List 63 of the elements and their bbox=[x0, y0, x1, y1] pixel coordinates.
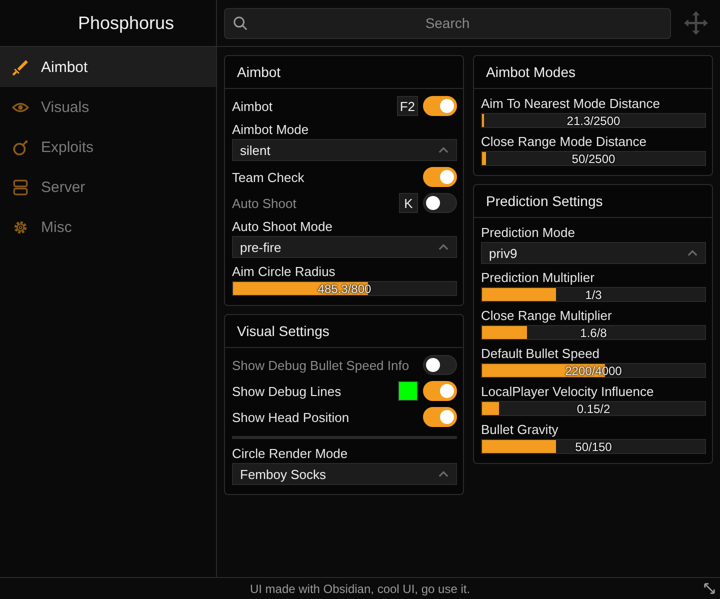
server-icon bbox=[12, 178, 29, 196]
toggle-label: Show Head Position bbox=[232, 410, 350, 424]
slider-label: Close Range Mode Distance bbox=[481, 133, 648, 149]
dropdown-label: Prediction Mode bbox=[481, 224, 576, 240]
slider-label: Aim Circle Radius bbox=[232, 263, 336, 279]
groupbox-title: Visual Settings bbox=[225, 315, 463, 348]
toggle-switch[interactable] bbox=[423, 355, 457, 375]
slider-value: 21.3/2500 bbox=[566, 114, 620, 128]
keybind-button[interactable]: K bbox=[399, 193, 418, 213]
sidebar-item[interactable]: Aimbot bbox=[0, 47, 216, 87]
sword-icon bbox=[12, 58, 29, 76]
slider-label: LocalPlayer Velocity Influence bbox=[481, 383, 655, 399]
gear-icon bbox=[12, 218, 29, 236]
toggle-label: Auto Shoot bbox=[232, 196, 296, 210]
dropdown[interactable]: pre-fire bbox=[232, 236, 457, 258]
sidebar-item[interactable]: Server bbox=[0, 167, 216, 207]
groupbox-title: Aimbot bbox=[225, 56, 463, 89]
dropdown-label: Auto Shoot Mode bbox=[232, 218, 334, 234]
sidebar-item[interactable]: Exploits bbox=[0, 127, 216, 167]
slider-value: 50/2500 bbox=[572, 152, 616, 166]
caret-icon bbox=[438, 243, 449, 251]
slider[interactable]: 21.3/2500 bbox=[481, 113, 706, 128]
slider-value: 0.15/2 bbox=[576, 402, 610, 416]
caret-icon bbox=[438, 470, 449, 478]
dropdown-label: Aimbot Mode bbox=[232, 121, 310, 137]
slider[interactable]: 1.6/8 bbox=[481, 325, 706, 340]
slider-label: Aim To Nearest Mode Distance bbox=[481, 95, 661, 111]
slider-value: 50/150 bbox=[575, 440, 612, 454]
slider-label: Prediction Multiplier bbox=[481, 269, 596, 285]
keybind-button[interactable]: F2 bbox=[396, 96, 418, 116]
slider-value: 1/3 bbox=[585, 288, 602, 302]
toggle-switch[interactable] bbox=[423, 407, 457, 427]
color-swatch[interactable] bbox=[398, 381, 418, 401]
slider[interactable]: 1/3 bbox=[481, 287, 706, 302]
sidebar-item[interactable]: Misc bbox=[0, 207, 216, 247]
resize-icon[interactable] bbox=[703, 582, 716, 595]
caret-icon bbox=[438, 146, 449, 154]
slider-label: Default Bullet Speed bbox=[481, 345, 601, 361]
toggle-switch[interactable] bbox=[423, 167, 457, 187]
bomb-icon bbox=[12, 138, 29, 156]
dropdown[interactable]: priv9 bbox=[481, 242, 706, 264]
slider[interactable]: 0.15/2 bbox=[481, 401, 706, 416]
toggle-label: Aimbot bbox=[232, 98, 272, 114]
slider-label: Bullet Gravity bbox=[481, 421, 560, 437]
toggle-label: Show Debug Bullet Speed Info bbox=[232, 358, 410, 372]
toggle-label: Show Debug Lines bbox=[232, 384, 342, 398]
dropdown-label: Circle Render Mode bbox=[232, 445, 349, 461]
groupbox-title: Prediction Settings bbox=[474, 185, 712, 218]
slider[interactable]: 50/2500 bbox=[481, 151, 706, 166]
groupbox-title: Aimbot Modes bbox=[474, 56, 712, 89]
slider-label: Close Range Multiplier bbox=[481, 307, 613, 323]
toggle-switch[interactable] bbox=[423, 193, 457, 213]
dropdown[interactable]: Femboy Socks bbox=[232, 463, 457, 485]
search-field[interactable]: Search bbox=[224, 8, 671, 38]
slider[interactable]: 50/150 bbox=[481, 439, 706, 454]
toggle-switch[interactable] bbox=[423, 381, 457, 401]
dropdown[interactable]: silent bbox=[232, 139, 457, 161]
caret-icon bbox=[687, 249, 698, 257]
toggle-label: Team Check bbox=[232, 170, 304, 184]
toggle-switch[interactable] bbox=[423, 96, 457, 116]
sidebar-item[interactable]: Visuals bbox=[0, 87, 216, 127]
slider-value: 1.6/8 bbox=[580, 326, 607, 340]
footer-text: UI made with Obsidian, cool UI, go use it. bbox=[250, 582, 470, 596]
